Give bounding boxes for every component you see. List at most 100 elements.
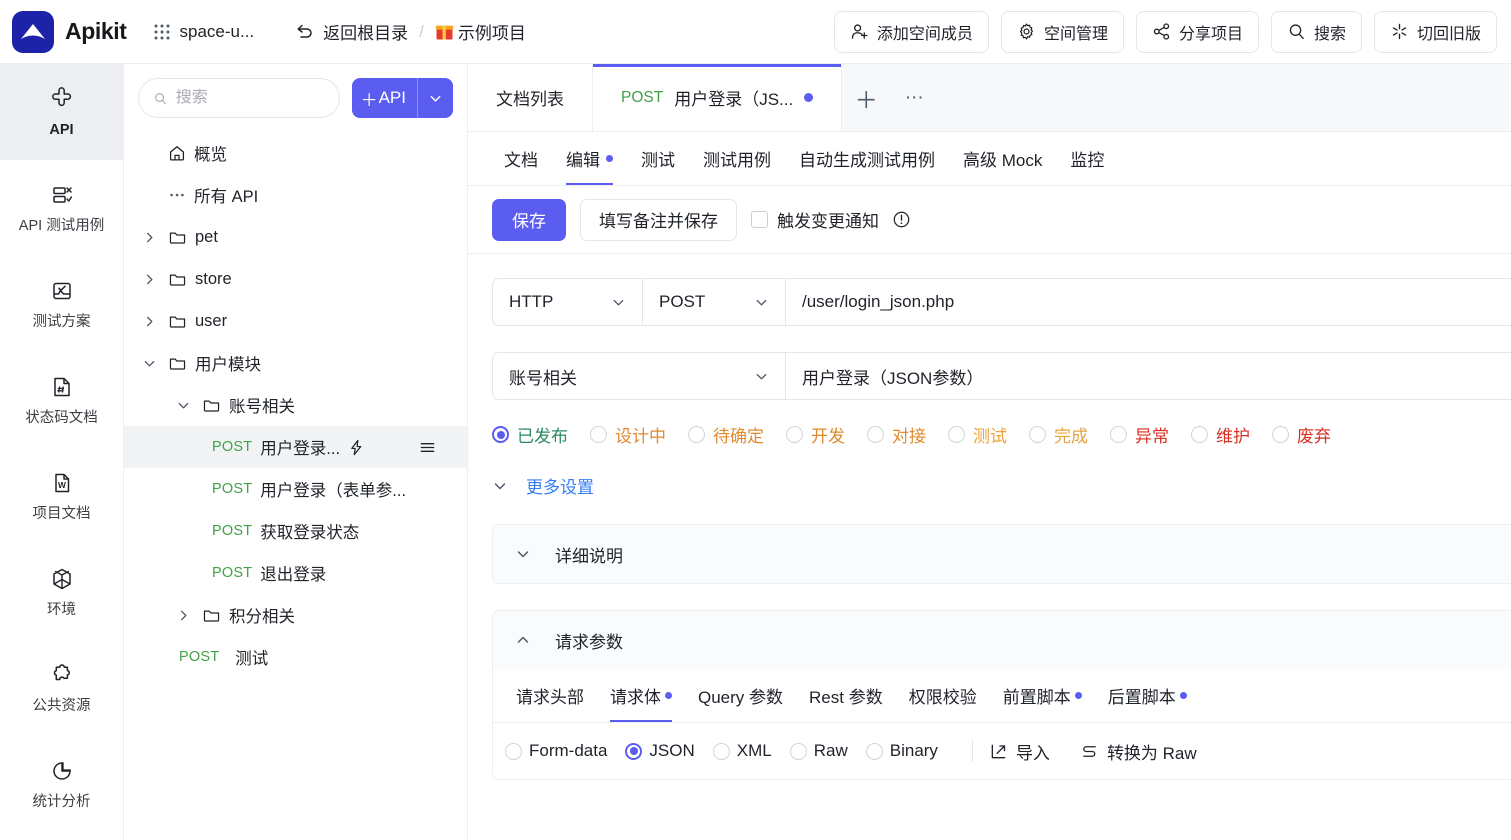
protocol-select[interactable]: HTTP xyxy=(493,279,643,325)
subtab-testcase[interactable]: 测试用例 xyxy=(689,132,785,185)
rail-item-analytics[interactable]: 统计分析 xyxy=(0,736,123,832)
status-option-designing[interactable]: 设计中 xyxy=(590,422,666,447)
tree-item-all-api[interactable]: 所有 API xyxy=(124,174,467,216)
status-option-pending[interactable]: 待确定 xyxy=(688,422,764,447)
url-input[interactable]: /user/login_json.php xyxy=(786,279,1511,325)
ptab-label: 权限校验 xyxy=(908,688,977,707)
subtab-advanced-mock[interactable]: 高级 Mock xyxy=(949,132,1056,185)
tree-item-overview[interactable]: 概览 xyxy=(124,132,467,174)
space-name[interactable]: space-u... xyxy=(180,22,255,42)
checkbox-box[interactable] xyxy=(751,211,768,228)
convert-to-raw-button[interactable]: 转换为 Raw xyxy=(1080,739,1197,764)
status-option-exception[interactable]: 异常 xyxy=(1110,422,1169,447)
status-option-completed[interactable]: 完成 xyxy=(1029,422,1088,447)
status-option-testing[interactable]: 测试 xyxy=(948,422,1007,447)
rail-item-test-plan[interactable]: 测试方案 xyxy=(0,256,123,352)
apikit-logo[interactable] xyxy=(12,10,54,53)
tree-item-get-login-status[interactable]: POST 获取登录状态 xyxy=(124,510,467,552)
body-type-raw[interactable]: Raw xyxy=(789,741,848,761)
status-option-published[interactable]: 已发布 xyxy=(492,422,568,447)
switch-legacy-button[interactable]: 切回旧版 xyxy=(1373,10,1497,53)
tab-user-login-json[interactable]: POST 用户登录（JS... xyxy=(593,64,843,131)
tree-search-box[interactable] xyxy=(138,78,340,118)
hamburger-menu-icon[interactable] xyxy=(418,438,437,457)
ptab-rest-params[interactable]: Rest 参数 xyxy=(796,669,896,722)
tree-item-account-related[interactable]: 账号相关 xyxy=(124,384,467,426)
add-api-main[interactable]: ＋ API xyxy=(352,78,418,118)
tree-item-test[interactable]: POST 测试 xyxy=(124,636,467,678)
info-circle-icon[interactable] xyxy=(892,210,911,229)
body-type-xml[interactable]: XML xyxy=(712,741,772,761)
panel-detail-description-header[interactable]: 详细说明 xyxy=(493,525,1511,583)
ptab-post-script[interactable]: 后置脚本 xyxy=(1095,669,1200,722)
panel-request-parameters-header[interactable]: 请求参数 xyxy=(493,611,1511,669)
subtab-monitor[interactable]: 监控 xyxy=(1056,132,1118,185)
chevron-right-icon[interactable] xyxy=(138,273,160,286)
breadcrumb-project[interactable]: 示例项目 xyxy=(435,19,526,44)
search-input[interactable] xyxy=(175,89,325,107)
body-type-json[interactable]: JSON xyxy=(625,741,695,761)
rail-item-public-resource[interactable]: 公共资源 xyxy=(0,640,123,736)
body-type-form-data[interactable]: Form-data xyxy=(505,741,607,761)
subtab-test[interactable]: 测试 xyxy=(627,132,689,185)
trigger-change-notification-checkbox[interactable]: 触发变更通知 xyxy=(751,207,911,232)
import-body-button[interactable]: 导入 xyxy=(989,739,1050,764)
ptab-pre-script[interactable]: 前置脚本 xyxy=(990,669,1095,722)
app-grid-icon[interactable] xyxy=(153,23,171,41)
add-tab-button[interactable]: ＋ xyxy=(842,64,891,131)
status-option-developing[interactable]: 开发 xyxy=(786,422,845,447)
subtab-document[interactable]: 文档 xyxy=(490,132,552,185)
rail-item-environment[interactable]: 环境 xyxy=(0,544,123,640)
tree-item-logout[interactable]: POST 退出登录 xyxy=(124,552,467,594)
group-select[interactable]: 账号相关 xyxy=(493,353,786,399)
body-type-binary[interactable]: Binary xyxy=(865,741,938,761)
more-settings-toggle[interactable]: 更多设置 xyxy=(492,473,1511,498)
rail-item-api[interactable]: API xyxy=(0,64,123,160)
add-space-member-button[interactable]: 添加空间成员 xyxy=(833,10,989,53)
radio-indicator xyxy=(712,742,730,760)
tree-item-user-module[interactable]: 用户模块 xyxy=(124,342,467,384)
more-settings-label: 更多设置 xyxy=(526,478,594,497)
tab-more-button[interactable]: ··· xyxy=(890,64,939,131)
chevron-right-icon[interactable] xyxy=(138,315,160,328)
back-to-root-button[interactable]: 返回根目录 xyxy=(294,19,408,44)
ptab-request-headers[interactable]: 请求头部 xyxy=(503,669,597,722)
tree-item-store[interactable]: store xyxy=(124,258,467,300)
tree-item-user-login-json[interactable]: POST 用户登录... xyxy=(124,426,467,468)
chevron-down-icon[interactable] xyxy=(172,399,194,412)
status-option-integration[interactable]: 对接 xyxy=(867,422,926,447)
ptab-label: Rest 参数 xyxy=(809,688,883,707)
rail-item-api-testcase[interactable]: API 测试用例 xyxy=(0,160,123,256)
save-with-note-button[interactable]: 填写备注并保存 xyxy=(580,198,737,241)
add-api-button[interactable]: ＋ API xyxy=(351,78,453,118)
chevron-right-icon[interactable] xyxy=(172,609,194,622)
search-button[interactable]: 搜索 xyxy=(1270,10,1362,53)
rail-item-project-doc[interactable]: W 项目文档 xyxy=(0,448,123,544)
subtab-edit[interactable]: 编辑 xyxy=(552,132,627,185)
ptab-request-body[interactable]: 请求体 xyxy=(597,669,685,722)
chevron-down-icon[interactable] xyxy=(138,357,160,370)
rail-item-status-code-doc[interactable]: 状态码文档 xyxy=(0,352,123,448)
tree-item-pet[interactable]: pet xyxy=(124,216,467,258)
tree-item-user-login-form[interactable]: POST 用户登录（表单参... xyxy=(124,468,467,510)
chevron-right-icon[interactable] xyxy=(138,231,160,244)
ptab-query-params[interactable]: Query 参数 xyxy=(685,669,796,722)
space-management-button[interactable]: 空间管理 xyxy=(1000,10,1124,53)
status-option-deprecated[interactable]: 废弃 xyxy=(1272,422,1331,447)
share-project-button[interactable]: 分享项目 xyxy=(1135,10,1259,53)
status-option-maintenance[interactable]: 维护 xyxy=(1191,422,1250,447)
status-label: 异常 xyxy=(1135,427,1169,446)
tree-item-points-related[interactable]: 积分相关 xyxy=(124,594,467,636)
rail-label-public-resource: 公共资源 xyxy=(32,698,91,715)
tree-item-user[interactable]: user xyxy=(124,300,467,342)
subtab-auto-generate-testcase[interactable]: 自动生成测试用例 xyxy=(785,132,949,185)
api-name-input[interactable]: 用户登录（JSON参数） xyxy=(786,353,1511,399)
tree-item-label: 所有 API xyxy=(194,188,259,206)
bolt-icon[interactable] xyxy=(348,439,365,456)
tab-document-list[interactable]: 文档列表 xyxy=(468,64,593,131)
save-button[interactable]: 保存 xyxy=(492,198,566,241)
status-label: 维护 xyxy=(1216,427,1250,446)
ptab-auth-validation[interactable]: 权限校验 xyxy=(896,669,990,722)
http-method-select[interactable]: POST xyxy=(643,279,786,325)
add-api-dropdown[interactable] xyxy=(418,78,453,118)
